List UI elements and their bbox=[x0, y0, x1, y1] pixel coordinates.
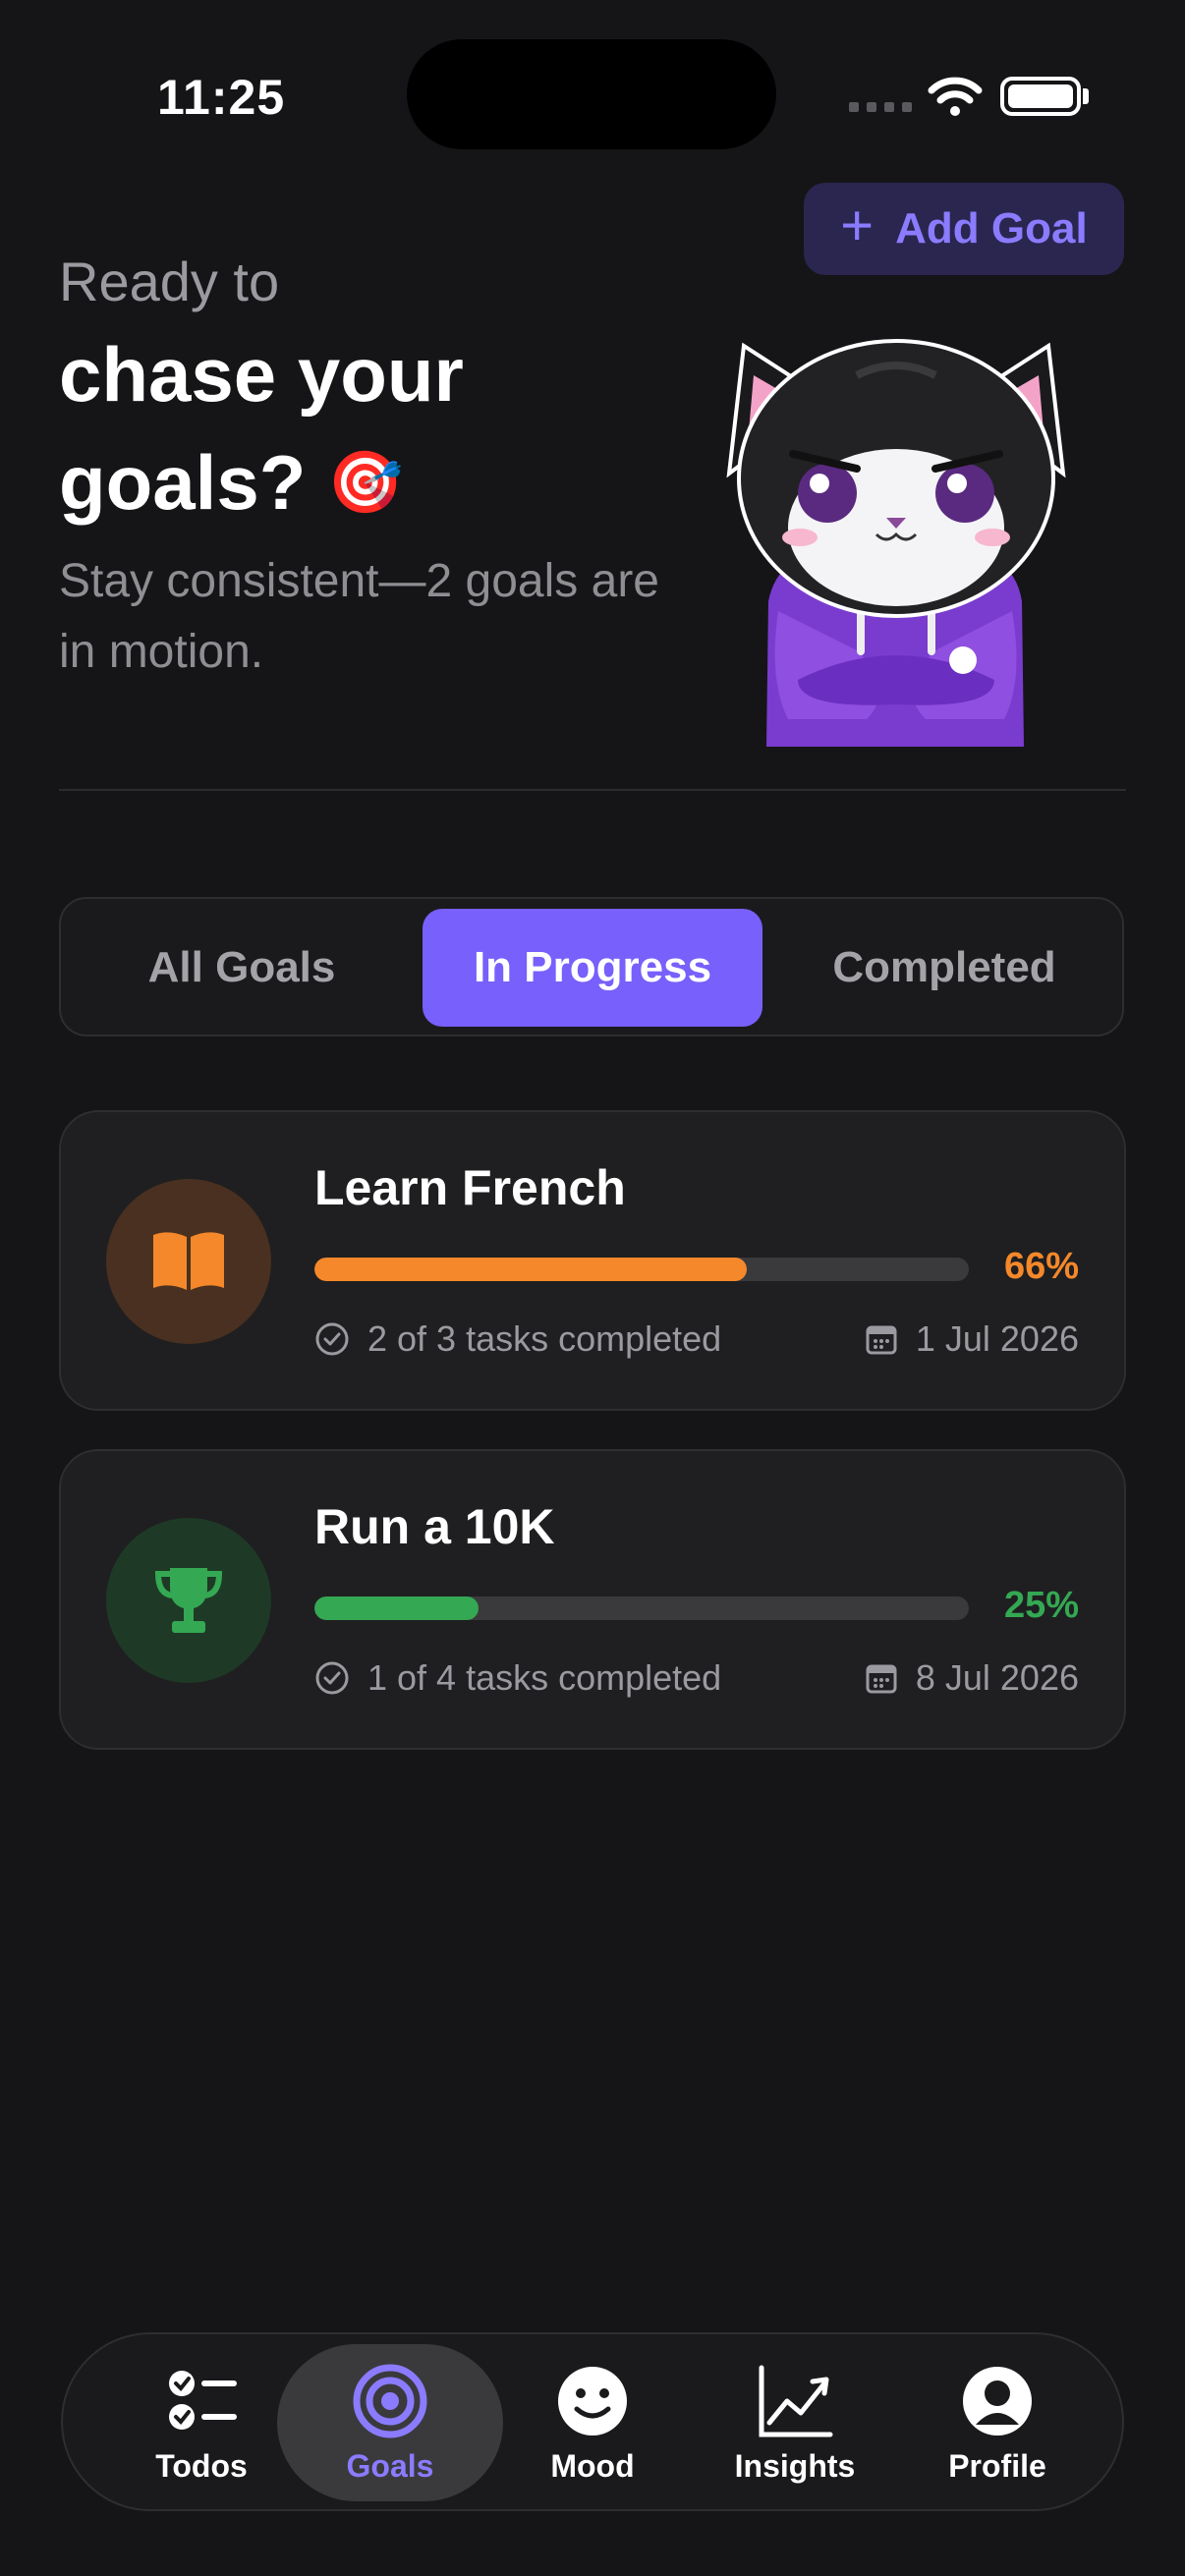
goal-icon-badge bbox=[106, 1518, 271, 1683]
plus-icon: + bbox=[840, 194, 875, 257]
greeting-line-2: chase your bbox=[59, 331, 464, 418]
goal-progress-fill bbox=[314, 1258, 747, 1281]
goal-tasks-label: 1 of 4 tasks completed bbox=[367, 1657, 722, 1698]
goal-progress-bar bbox=[314, 1258, 969, 1281]
calendar-icon bbox=[866, 1664, 897, 1694]
tab-completed[interactable]: Completed bbox=[776, 909, 1112, 1027]
battery-icon bbox=[1000, 77, 1081, 116]
goal-progress-fill bbox=[314, 1596, 479, 1620]
tab-profile[interactable]: Profile bbox=[884, 2344, 1110, 2501]
goal-tasks: 2 of 3 tasks completed bbox=[314, 1318, 721, 1360]
tab-mood[interactable]: Mood bbox=[480, 2344, 705, 2501]
tab-all-goals[interactable]: All Goals bbox=[75, 909, 409, 1027]
greeting-line-1: Ready to bbox=[59, 251, 280, 312]
goal-icon-badge bbox=[106, 1179, 271, 1344]
cellular-signal-icon bbox=[849, 102, 912, 112]
calendar-icon bbox=[866, 1325, 897, 1355]
greeting-line-3: goals? 🎯 bbox=[59, 438, 404, 528]
goal-filter-segmented-control: All Goals In Progress Completed bbox=[59, 897, 1124, 1036]
tab-goals[interactable]: Goals bbox=[277, 2344, 503, 2501]
goal-due-date: 8 Jul 2026 bbox=[865, 1657, 1079, 1699]
tab-mood-label: Mood bbox=[550, 2447, 635, 2484]
header-subtitle: Stay consistent—2 goals are in motion. bbox=[59, 555, 659, 678]
goal-percent: 25% bbox=[1003, 1585, 1079, 1626]
goal-title: Learn French bbox=[314, 1160, 626, 1215]
tab-goals-label: Goals bbox=[346, 2447, 434, 2484]
check-circle-icon bbox=[315, 1322, 349, 1356]
battery-tip bbox=[1083, 88, 1089, 104]
person-circle-icon bbox=[963, 2366, 1032, 2436]
greeting-line-3-text: goals? bbox=[59, 439, 307, 526]
tab-insights-label: Insights bbox=[734, 2447, 856, 2484]
goal-card[interactable]: Learn French 66% 2 of 3 tasks completed … bbox=[59, 1110, 1126, 1411]
checklist-icon bbox=[169, 2370, 237, 2430]
goal-tasks: 1 of 4 tasks completed bbox=[314, 1657, 721, 1699]
target-icon bbox=[353, 2364, 427, 2437]
goal-due-date-label: 8 Jul 2026 bbox=[915, 1657, 1079, 1698]
goal-card[interactable]: Run a 10K 25% 1 of 4 tasks completed 8 J… bbox=[59, 1449, 1126, 1750]
dynamic-island bbox=[407, 39, 776, 149]
bottom-tab-bar: Todos Goals Mood Insights Profile bbox=[61, 2332, 1124, 2511]
cat-mascot-illustration bbox=[726, 339, 1066, 747]
smiley-icon bbox=[558, 2366, 627, 2436]
goal-due-date: 1 Jul 2026 bbox=[865, 1318, 1079, 1360]
add-goal-label: Add Goal bbox=[895, 204, 1088, 252]
wifi-icon bbox=[928, 77, 983, 116]
tab-todos-label: Todos bbox=[155, 2447, 248, 2484]
header-divider bbox=[59, 789, 1126, 791]
add-goal-button[interactable]: + Add Goal bbox=[804, 183, 1124, 275]
tab-insights[interactable]: Insights bbox=[682, 2344, 908, 2501]
goal-due-date-label: 1 Jul 2026 bbox=[915, 1318, 1079, 1359]
goal-progress-bar bbox=[314, 1596, 969, 1620]
tab-in-progress[interactable]: In Progress bbox=[423, 909, 762, 1027]
check-circle-icon bbox=[315, 1661, 349, 1695]
goal-title: Run a 10K bbox=[314, 1499, 555, 1554]
trophy-icon bbox=[154, 1568, 223, 1633]
target-emoji-icon: 🎯 bbox=[327, 449, 404, 517]
goal-tasks-label: 2 of 3 tasks completed bbox=[367, 1318, 722, 1359]
tab-profile-label: Profile bbox=[948, 2447, 1046, 2484]
goal-percent: 66% bbox=[1003, 1246, 1079, 1287]
status-time: 11:25 bbox=[157, 70, 286, 125]
chart-line-icon bbox=[759, 2365, 833, 2436]
book-icon bbox=[153, 1232, 224, 1290]
